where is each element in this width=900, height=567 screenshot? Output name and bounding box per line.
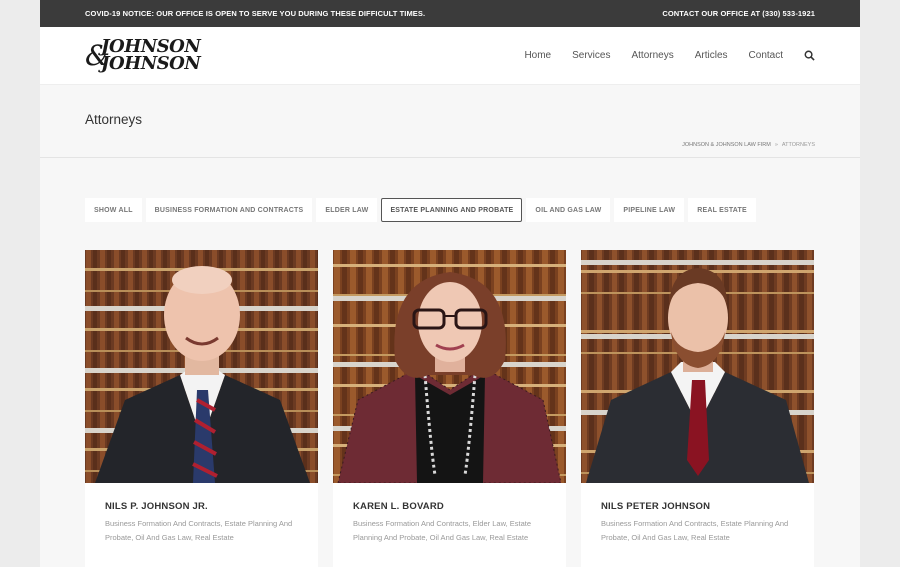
filter-estate-planning[interactable]: ESTATE PLANNING AND PROBATE xyxy=(381,198,523,222)
filter-oil-gas-law[interactable]: OIL AND GAS LAW xyxy=(526,198,611,222)
filter-show-all[interactable]: SHOW ALL xyxy=(85,198,142,222)
search-icon[interactable] xyxy=(804,50,815,61)
breadcrumb: JOHNSON & JOHNSON LAW FIRM» ATTORNEYS xyxy=(682,142,815,148)
nav-articles[interactable]: Articles xyxy=(695,50,728,61)
attorney-filters: SHOW ALL BUSINESS FORMATION AND CONTRACT… xyxy=(85,198,756,222)
attorney-card[interactable]: KAREN L. BOVARD Business Formation And C… xyxy=(333,250,566,567)
breadcrumb-home[interactable]: JOHNSON & JOHNSON LAW FIRM xyxy=(682,142,771,148)
page-title-bar: Attorneys JOHNSON & JOHNSON LAW FIRM» ATT… xyxy=(40,85,860,158)
covid-notice: COVID-19 NOTICE: OUR OFFICE IS OPEN TO S… xyxy=(85,9,426,18)
attorney-name[interactable]: KAREN L. BOVARD xyxy=(353,501,546,512)
notice-bar: COVID-19 NOTICE: OUR OFFICE IS OPEN TO S… xyxy=(40,0,860,27)
attorney-photo[interactable] xyxy=(85,250,318,483)
attorney-practice-areas: Business Formation And Contracts, Elder … xyxy=(353,519,532,542)
breadcrumb-current: ATTORNEYS xyxy=(781,142,815,148)
attorney-practice-areas: Business Formation And Contracts, Estate… xyxy=(601,519,789,542)
filter-pipeline-law[interactable]: PIPELINE LAW xyxy=(614,198,685,222)
attorney-photo[interactable] xyxy=(333,250,566,483)
filter-business-formation[interactable]: BUSINESS FORMATION AND CONTRACTS xyxy=(145,198,313,222)
filter-real-estate[interactable]: REAL ESTATE xyxy=(688,198,756,222)
page-wrapper: COVID-19 NOTICE: OUR OFFICE IS OPEN TO S… xyxy=(40,0,860,567)
nav-attorneys[interactable]: Attorneys xyxy=(631,50,673,61)
attorney-card[interactable]: NILS P. JOHNSON JR. Business Formation A… xyxy=(85,250,318,567)
attorney-photo[interactable] xyxy=(581,250,814,483)
page-title: Attorneys xyxy=(85,112,143,127)
contact-phone[interactable]: CONTACT OUR OFFICE AT (330) 533-1921 xyxy=(662,9,815,18)
attorney-grid: NILS P. JOHNSON JR. Business Formation A… xyxy=(85,250,814,567)
breadcrumb-separator: » xyxy=(774,142,778,148)
attorney-practice-areas: Business Formation And Contracts, Estate… xyxy=(105,519,293,542)
filter-elder-law[interactable]: ELDER LAW xyxy=(316,198,378,222)
attorney-card[interactable]: NILS PETER JOHNSON Business Formation An… xyxy=(581,250,814,567)
attorney-name[interactable]: NILS PETER JOHNSON xyxy=(601,501,794,512)
site-header: JOHNSON & JOHNSON Home Services Attorney… xyxy=(40,27,860,85)
site-logo[interactable]: JOHNSON & JOHNSON xyxy=(85,37,215,75)
main-nav: Home Services Attorneys Articles Contact xyxy=(524,50,815,61)
nav-home[interactable]: Home xyxy=(524,50,551,61)
attorney-name[interactable]: NILS P. JOHNSON JR. xyxy=(105,501,298,512)
nav-services[interactable]: Services xyxy=(572,50,610,61)
nav-contact[interactable]: Contact xyxy=(749,50,783,61)
